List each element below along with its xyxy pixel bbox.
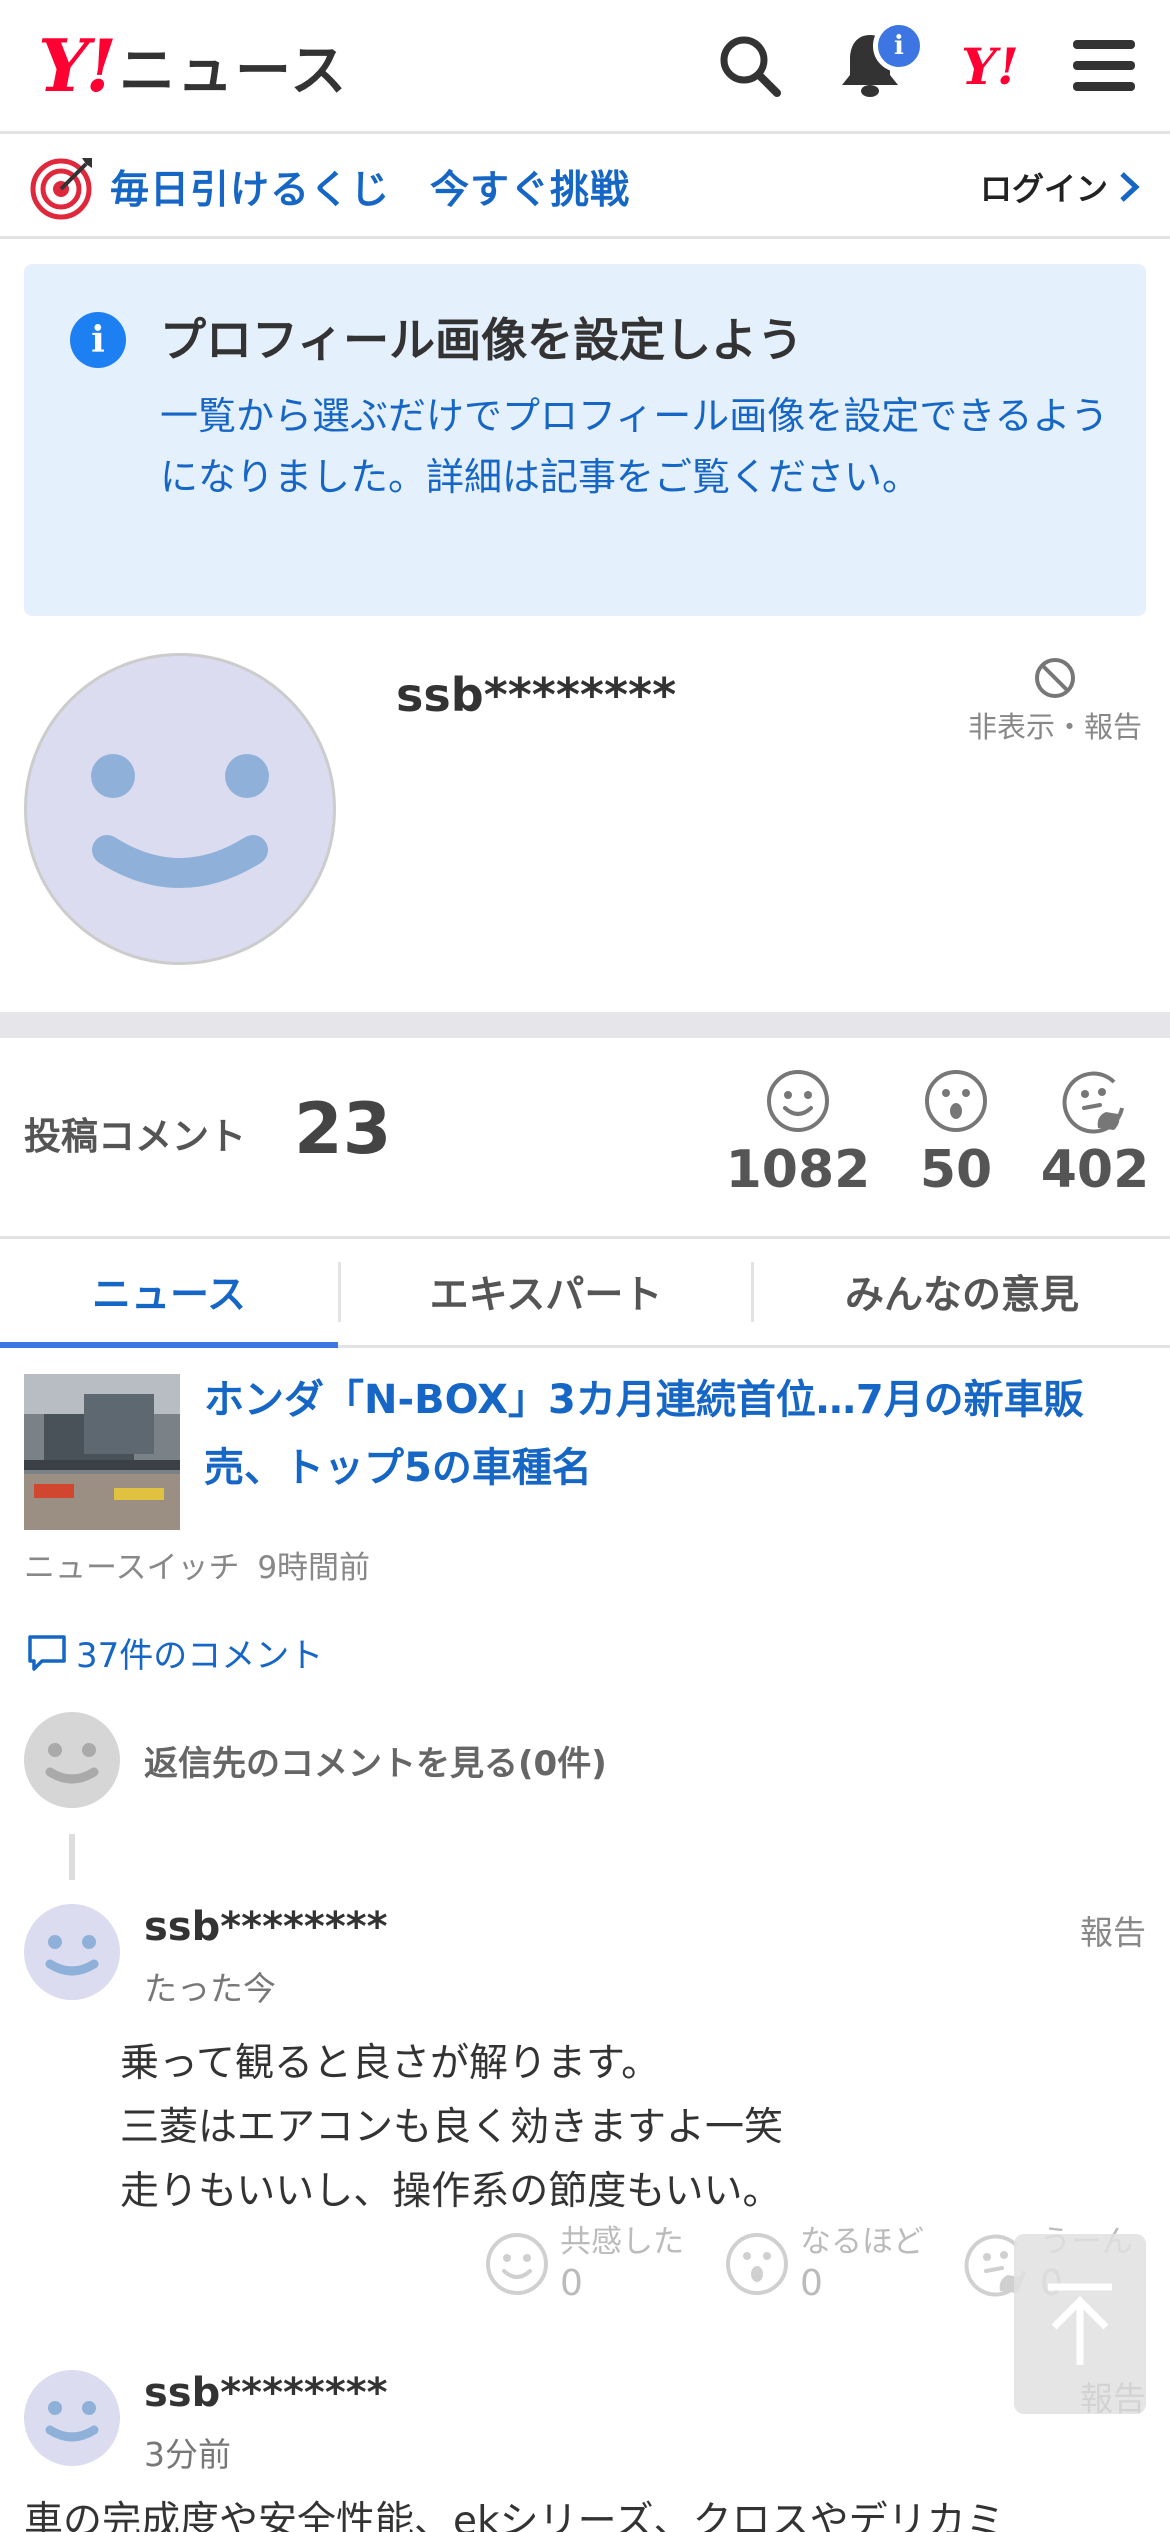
view-reply-target[interactable]: 返信先のコメントを見る(0件) bbox=[24, 1712, 607, 1808]
article-title-link[interactable]: ホンダ「N-BOX」3カ月連続首位…7月の新車販売、トップ5の車種名 bbox=[204, 1366, 1144, 1502]
comment-time: 3分前 bbox=[144, 2435, 231, 2474]
smiley-face-icon bbox=[45, 1743, 99, 1784]
comment-line: 走りもいいし、操作系の節度もいい。 bbox=[120, 2169, 782, 2214]
surprised-icon bbox=[925, 1070, 987, 1132]
chevron-right-icon bbox=[1120, 172, 1140, 202]
reaction-count: 50 bbox=[919, 1140, 993, 1200]
hide-report-label: 非表示・報告 bbox=[967, 710, 1142, 744]
logo-mark: Y! bbox=[38, 23, 117, 108]
hide-report-button[interactable]: 非表示・報告 bbox=[960, 656, 1150, 746]
info-icon: i bbox=[70, 312, 126, 368]
comment-line: 乗って観ると良さが解ります。 bbox=[120, 2041, 661, 2086]
scroll-to-top-button[interactable] bbox=[1014, 2234, 1146, 2414]
smile-icon bbox=[767, 1070, 829, 1132]
view-reply-label: 返信先のコメントを見る(0件) bbox=[144, 1743, 607, 1784]
section-divider bbox=[0, 1012, 1170, 1038]
comments-link[interactable]: 37件のコメント bbox=[26, 1628, 323, 1677]
target-icon bbox=[30, 158, 92, 220]
insight-reaction-button[interactable]: なるほど 0 bbox=[724, 2222, 924, 2306]
app-header: Y! ニュース i Y! bbox=[0, 0, 1170, 134]
surprised-icon bbox=[726, 2233, 788, 2295]
empathy-reaction-button[interactable]: 共感した 0 bbox=[484, 2222, 684, 2306]
block-icon bbox=[1035, 658, 1075, 698]
smiley-face-icon bbox=[45, 2401, 99, 2442]
factory-photo-image bbox=[24, 1374, 180, 1530]
smiley-face-icon bbox=[45, 1935, 99, 1976]
search-button[interactable] bbox=[710, 26, 790, 106]
reaction-count: 0 bbox=[800, 2263, 823, 2304]
comment-username: ssb******** bbox=[144, 2370, 388, 2416]
reaction-label: 共感した bbox=[560, 2224, 684, 2260]
reaction-label: なるほど bbox=[800, 2224, 924, 2260]
smile-icon bbox=[486, 2233, 548, 2295]
article-meta: ニュースイッチ 9時間前 bbox=[24, 1542, 370, 1587]
smiley-face-icon bbox=[91, 754, 269, 888]
notice-body-link[interactable]: 一覧から選ぶだけでプロフィール画像を設定できるようになりました。詳細は記事をご覧… bbox=[160, 386, 1110, 508]
tab-opinions[interactable]: みんなの意見 bbox=[754, 1239, 1170, 1345]
comment-line: 三菱はエアコンも良く効きますよ一笑 bbox=[120, 2105, 784, 2150]
article-time: 9時間前 bbox=[257, 1550, 371, 1586]
reaction-stat-doubt: 402 bbox=[1020, 1068, 1170, 1200]
reaction-count: 1082 bbox=[725, 1140, 871, 1200]
reaction-count: 402 bbox=[1040, 1140, 1150, 1200]
comment-avatar bbox=[24, 1904, 120, 2000]
comment-username: ssb******** bbox=[144, 1904, 388, 1950]
lottery-bar: 毎日引けるくじ 今すぐ挑戦 ログイン bbox=[0, 134, 1170, 239]
reaction-stat-empathy: 1082 bbox=[723, 1068, 873, 1200]
arrow-up-icon bbox=[1048, 2283, 1112, 2365]
comment-avatar bbox=[24, 2370, 120, 2466]
reaction-count: 0 bbox=[560, 2263, 583, 2304]
tab-expert[interactable]: エキスパート bbox=[341, 1239, 751, 1345]
notice-title: プロフィール画像を設定しよう bbox=[160, 313, 804, 367]
comment-time: たった今 bbox=[144, 1969, 276, 2008]
notification-badge: i bbox=[873, 20, 925, 72]
profile-username: ssb******** bbox=[396, 668, 677, 722]
yahoo-news-logo[interactable]: Y! ニュース bbox=[38, 26, 348, 106]
comments-link-label: 37件のコメント bbox=[76, 1636, 324, 1676]
yahoo-japan-button[interactable]: Y! bbox=[950, 26, 1030, 106]
reaction-stat-insight: 50 bbox=[881, 1068, 1031, 1200]
tab-bar: ニュース エキスパート みんなの意見 bbox=[0, 1236, 1170, 1348]
avatar bbox=[24, 1712, 120, 1808]
reply-connector bbox=[69, 1834, 75, 1880]
profile-image-notice: i プロフィール画像を設定しよう 一覧から選ぶだけでプロフィール画像を設定できる… bbox=[24, 264, 1146, 616]
login-link[interactable]: ログイン bbox=[980, 154, 1142, 220]
comment-count: 23 bbox=[294, 1088, 392, 1170]
report-button[interactable]: 報告 bbox=[1080, 1906, 1146, 1954]
menu-button[interactable] bbox=[1064, 26, 1144, 106]
logo-text: ニュース bbox=[119, 38, 349, 104]
search-icon bbox=[720, 36, 781, 97]
article-source: ニュースイッチ bbox=[24, 1550, 240, 1586]
lottery-label: 毎日引けるくじ 今すぐ挑戦 bbox=[110, 168, 631, 213]
thinking-icon bbox=[1062, 1071, 1124, 1134]
comment-body: 乗って観ると良さが解ります。 三菱はエアコンも良く効きますよ一笑 走りもいいし、… bbox=[120, 2032, 783, 2224]
hamburger-icon bbox=[1073, 40, 1135, 91]
comment-count-label: 投稿コメント bbox=[24, 1115, 246, 1158]
profile-avatar bbox=[24, 653, 336, 965]
login-label: ログイン bbox=[979, 170, 1108, 208]
comment-bubble-icon bbox=[28, 1634, 66, 1671]
lottery-link[interactable]: 毎日引けるくじ 今すぐ挑戦 bbox=[30, 154, 630, 220]
article-thumbnail[interactable] bbox=[24, 1374, 180, 1530]
tab-news[interactable]: ニュース bbox=[0, 1239, 338, 1348]
comment-body: 車の完成度や安全性能、ekシリーズ、クロスやデリカミ bbox=[24, 2499, 1005, 2532]
